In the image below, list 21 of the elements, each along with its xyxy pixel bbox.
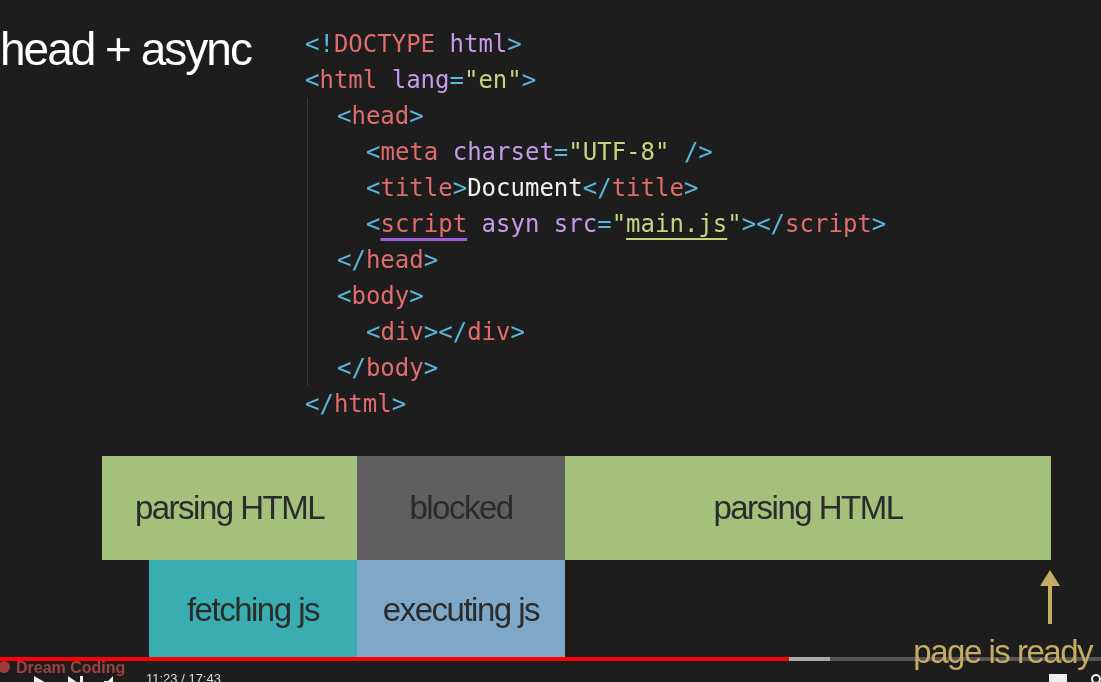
code-line: <title>Document</title> (366, 173, 699, 204)
code-line: <html lang="en"> (305, 65, 537, 96)
code-line: </html> (305, 389, 407, 420)
code-line: <script asyn src="main.js"></script> (366, 209, 887, 240)
settings-icon[interactable] (1091, 673, 1101, 682)
code-line: <div></div> (366, 317, 525, 348)
milestone-label: page is ready (913, 635, 1092, 668)
code-line: </body> (337, 353, 439, 384)
code-line: <meta charset="UTF-8" /> (366, 137, 713, 168)
channel-watermark: Dream Coding (16, 660, 126, 676)
timeline-segment: fetching js (149, 560, 357, 660)
timeline-segment: executing js (357, 560, 565, 660)
timeline-segment: parsing HTML (102, 456, 357, 560)
code-line: <head> (337, 101, 424, 132)
slide-title: head + async (0, 23, 251, 75)
code-line: </head> (337, 245, 439, 276)
arrow-up-icon (1038, 568, 1062, 626)
code-line: <body> (337, 281, 424, 312)
code-line: <!DOCTYPE html> (305, 29, 522, 60)
channel-logo-icon (0, 660, 12, 674)
timeline-segment: parsing HTML (565, 456, 1051, 560)
